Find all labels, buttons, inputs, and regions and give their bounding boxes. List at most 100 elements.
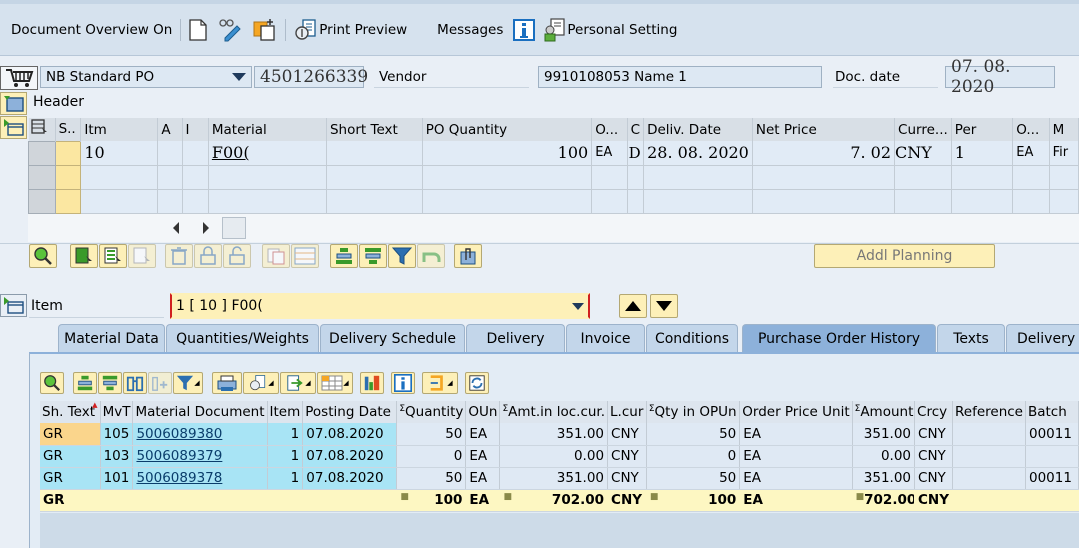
filter-button[interactable] bbox=[388, 244, 416, 268]
attachment-button[interactable] bbox=[454, 244, 482, 268]
quantity-cell[interactable]: 50 bbox=[396, 423, 467, 446]
amt-loc-cell[interactable]: 0.00 bbox=[499, 445, 609, 468]
amount-cell[interactable]: 0.00 bbox=[852, 445, 916, 468]
sort-descending-button[interactable] bbox=[98, 372, 122, 394]
col-date-category[interactable]: C bbox=[627, 118, 645, 141]
batch-cell[interactable]: 00011 bbox=[1025, 467, 1079, 490]
history-row[interactable]: GR 103 5006089379 1 07.08.2020 0 EA 0.00… bbox=[40, 445, 1079, 468]
col-lcur[interactable]: L.cur bbox=[607, 401, 647, 423]
item-cell[interactable]: 1 bbox=[267, 467, 304, 490]
grid-row[interactable]: 10 F00( 100 EA D 28. 08. 2020 7. 02 CNY … bbox=[28, 140, 1079, 166]
col-sh-text[interactable]: Sh. Text ▲ bbox=[40, 401, 101, 423]
views-button[interactable]: ◢ bbox=[243, 372, 279, 394]
lcur-cell[interactable]: CNY bbox=[607, 445, 647, 468]
find-next-button[interactable] bbox=[148, 372, 172, 394]
crcy-cell[interactable]: CNY bbox=[914, 423, 953, 446]
crcy-cell[interactable]: CNY bbox=[914, 467, 953, 490]
col-order-price-unit[interactable]: Order Price Unit bbox=[739, 401, 853, 423]
history-row[interactable]: GR 101 5006089378 1 07.08.2020 50 EA 351… bbox=[40, 467, 1079, 490]
sh-text-cell[interactable]: GR bbox=[40, 445, 101, 468]
filter-menu-button[interactable]: ◢ bbox=[173, 372, 203, 394]
sh-text-cell[interactable]: GR bbox=[40, 423, 101, 446]
crcy-cell[interactable]: CNY bbox=[914, 445, 953, 468]
other-document-icon[interactable] bbox=[253, 18, 277, 42]
vendor-field[interactable]: 9910108053 Name 1 bbox=[538, 66, 822, 88]
col-quantity[interactable]: ΣQuantity bbox=[396, 401, 467, 423]
tab-material-data[interactable]: Material Data bbox=[58, 324, 165, 352]
amt-loc-cell[interactable]: 351.00 bbox=[499, 467, 609, 490]
deselect-all-button[interactable] bbox=[128, 244, 156, 268]
col-amount[interactable]: Σ Amount bbox=[852, 401, 916, 423]
account-assignment-cell[interactable] bbox=[157, 141, 183, 166]
delivery-date-cell[interactable]: 28. 08. 2020 bbox=[643, 141, 753, 166]
amt-loc-cell[interactable]: 351.00 bbox=[499, 423, 609, 446]
col-crcy[interactable]: Crcy bbox=[914, 401, 953, 423]
unlock-button[interactable] bbox=[223, 244, 251, 268]
posting-date-cell[interactable]: 07.08.2020 bbox=[302, 423, 398, 446]
print-preview-icon[interactable] bbox=[294, 18, 318, 42]
info-button[interactable] bbox=[391, 372, 415, 394]
tab-delivery-address[interactable]: Delivery A bbox=[1006, 324, 1079, 352]
material-document-link[interactable]: 5006089379 bbox=[132, 445, 268, 468]
row-selector[interactable] bbox=[28, 164, 56, 190]
item-cell[interactable]: 1 bbox=[267, 423, 304, 446]
display-change-icon[interactable] bbox=[217, 18, 243, 42]
messages-button[interactable]: Messages bbox=[437, 22, 503, 38]
item-section-toggle-button[interactable] bbox=[0, 294, 27, 317]
col-account-assignment[interactable]: A bbox=[157, 118, 183, 141]
horizontal-scrollbar[interactable] bbox=[28, 213, 1079, 242]
scroll-right-icon[interactable] bbox=[203, 221, 209, 234]
details-button[interactable] bbox=[29, 244, 57, 268]
opu-cell[interactable]: EA bbox=[739, 423, 853, 446]
info-icon[interactable] bbox=[513, 18, 536, 41]
currency-cell[interactable]: CNY bbox=[894, 141, 952, 166]
col-reference[interactable]: Reference bbox=[952, 401, 1026, 423]
lcur-cell[interactable]: CNY bbox=[607, 467, 647, 490]
col-material-document[interactable]: Material Document bbox=[132, 401, 268, 423]
material-document-link[interactable]: 5006089380 bbox=[132, 423, 268, 446]
tab-purchase-order-history[interactable]: Purchase Order History bbox=[742, 324, 936, 352]
po-number-field[interactable]: 4501266339 bbox=[254, 66, 368, 88]
item-cell[interactable]: 1 bbox=[267, 445, 304, 468]
col-item[interactable]: Itm bbox=[80, 118, 159, 141]
amount-cell[interactable]: 351.00 bbox=[852, 423, 916, 446]
po-type-dropdown[interactable]: NB Standard PO bbox=[40, 66, 252, 88]
layout-button[interactable]: ◢ bbox=[317, 372, 353, 394]
delete-button[interactable] bbox=[165, 244, 193, 268]
col-po-quantity[interactable]: PO Quantity bbox=[422, 118, 593, 141]
col-oun[interactable]: OUn bbox=[465, 401, 501, 423]
col-qty-opun[interactable]: ΣQty in OPUn bbox=[646, 401, 741, 423]
print-preview-button[interactable]: Print Preview bbox=[319, 22, 407, 38]
col-delivery-date[interactable]: Deliv. Date bbox=[643, 118, 753, 141]
col-short-text[interactable]: Short Text bbox=[326, 118, 423, 141]
quantity-cell[interactable]: 0 bbox=[396, 445, 467, 468]
header-expand-button[interactable] bbox=[0, 92, 27, 115]
col-batch[interactable]: Batch bbox=[1025, 401, 1079, 423]
row-selector[interactable] bbox=[28, 188, 56, 214]
qty-opun-cell[interactable]: 0 bbox=[646, 445, 741, 468]
tab-delivery[interactable]: Delivery bbox=[466, 324, 565, 352]
opu-cell[interactable]: EA bbox=[739, 467, 853, 490]
matl-group-cell[interactable]: Fir bbox=[1049, 141, 1079, 166]
material-document-link[interactable]: 5006089378 bbox=[132, 467, 268, 490]
col-item[interactable]: Item bbox=[267, 401, 304, 423]
col-material[interactable]: Material bbox=[208, 118, 327, 141]
oun-cell[interactable]: EA bbox=[465, 467, 501, 490]
col-matl-group[interactable]: M bbox=[1049, 118, 1079, 141]
col-price-unit[interactable]: Per bbox=[951, 118, 1014, 141]
sh-text-cell[interactable]: GR bbox=[40, 467, 101, 490]
select-block-button[interactable] bbox=[99, 244, 127, 268]
scroll-thumb[interactable] bbox=[222, 216, 246, 239]
row-status-cell[interactable] bbox=[54, 188, 82, 214]
oun-cell[interactable]: EA bbox=[465, 423, 501, 446]
row-selector[interactable] bbox=[28, 140, 56, 166]
undo-button[interactable] bbox=[417, 244, 445, 268]
col-amt-loc[interactable]: ΣAmt.in loc.cur. bbox=[499, 401, 609, 423]
col-posting-date[interactable]: Posting Date bbox=[302, 401, 398, 423]
personal-setting-button[interactable]: Personal Setting bbox=[567, 22, 677, 38]
order-price-unit-cell[interactable]: EA bbox=[1012, 141, 1050, 166]
row-status-cell[interactable] bbox=[54, 140, 82, 166]
insert-rows-button[interactable] bbox=[291, 244, 319, 268]
reference-cell[interactable] bbox=[952, 467, 1026, 490]
mvt-cell[interactable]: 103 bbox=[100, 445, 134, 468]
